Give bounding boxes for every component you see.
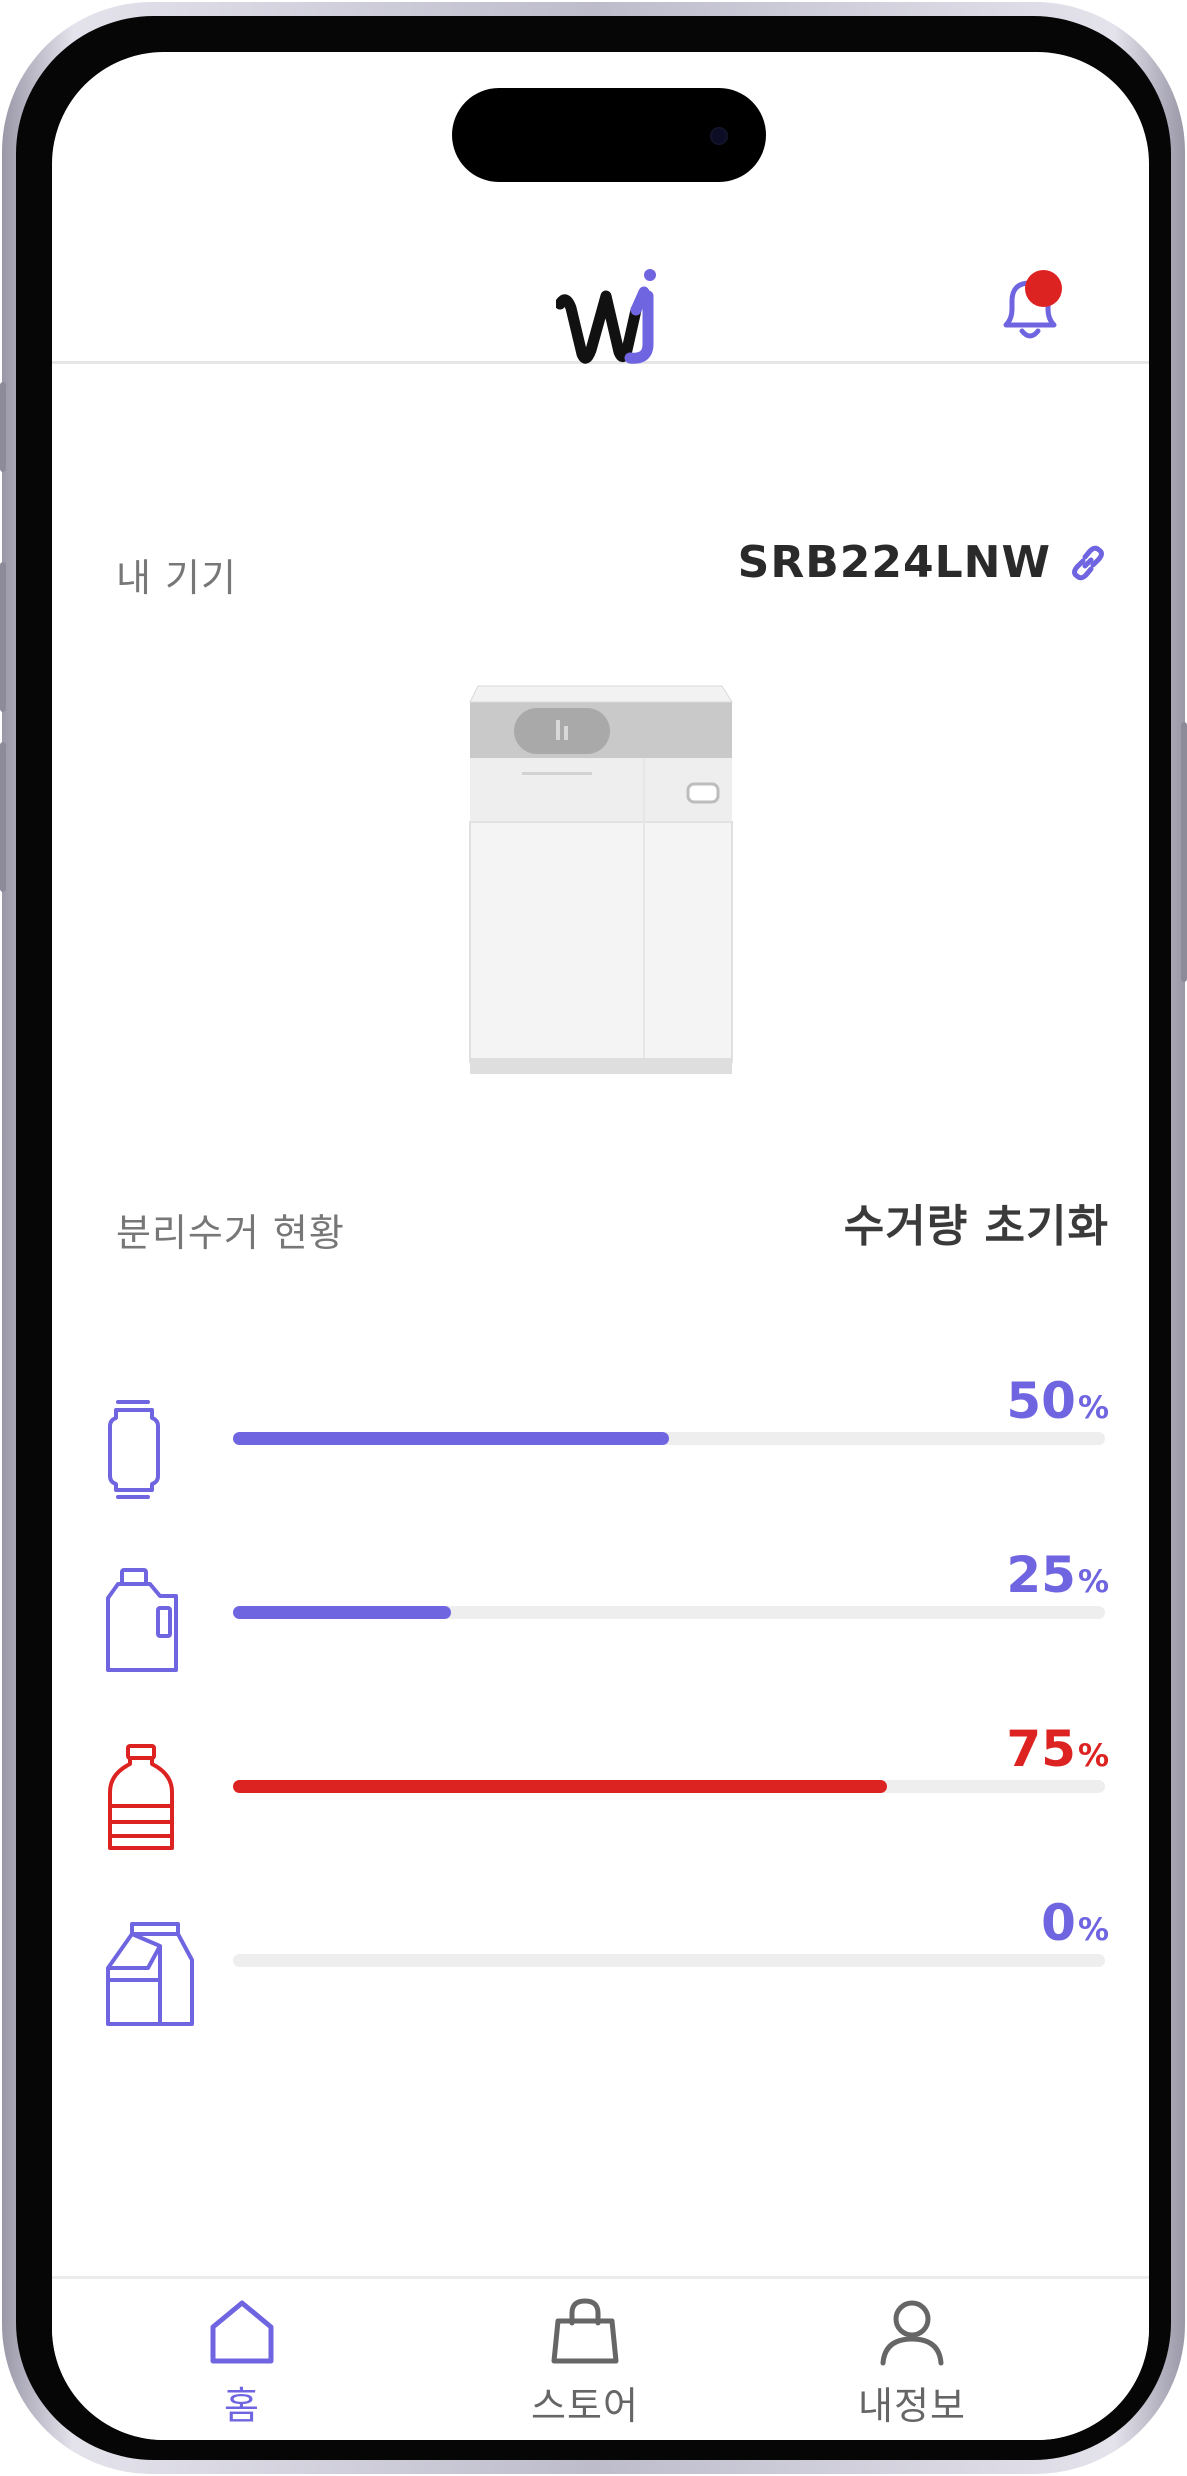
phone-bezel: 내 기기 SRB224LNW 분리수거 현황 수거량 초기화 50% 25% 7… <box>16 16 1171 2460</box>
bin-row-jug: 25% <box>52 1546 1149 1706</box>
nav-home[interactable]: 홈 <box>162 2297 322 2430</box>
device-model-name: SRB224LNW <box>737 537 1051 588</box>
notification-badge <box>1025 270 1062 307</box>
bin-progress-track-jug <box>233 1606 1105 1619</box>
paper-carton-icon <box>106 1922 194 2026</box>
bin-row-paper-carton: 0% <box>52 1894 1149 2054</box>
device-model-link[interactable]: SRB224LNW <box>738 537 1109 588</box>
jug-icon <box>106 1568 178 1672</box>
dynamic-island <box>452 88 766 182</box>
link-icon <box>1067 542 1109 584</box>
my-device-label: 내 기기 <box>116 556 237 600</box>
bin-progress-fill-pet-bottle <box>233 1780 887 1793</box>
brand-logo-icon[interactable] <box>556 266 664 366</box>
user-icon <box>880 2300 944 2366</box>
bin-percent-can: 50% <box>1006 1372 1109 1430</box>
bin-row-pet-bottle: 75% <box>52 1720 1149 1880</box>
nav-home-label: 홈 <box>224 2384 260 2428</box>
nav-my-info-label: 내정보 <box>858 2384 966 2428</box>
shopping-bag-icon <box>551 2298 619 2364</box>
bin-percent-jug: 25% <box>1006 1546 1109 1604</box>
front-camera <box>710 127 728 145</box>
volume-up-button <box>0 562 6 712</box>
volume-down-button <box>0 742 6 892</box>
bin-percent-paper-carton: 0% <box>1041 1894 1109 1952</box>
bottom-navigation: 홈 스토어 내정보 <box>52 2276 1149 2440</box>
bin-percent-pet-bottle: 75% <box>1006 1720 1109 1778</box>
can-icon <box>108 1400 160 1499</box>
bin-progress-track-paper-carton <box>233 1954 1105 1967</box>
recycling-bin-device-image <box>469 685 733 1074</box>
phone-frame: 내 기기 SRB224LNW 분리수거 현황 수거량 초기화 50% 25% 7… <box>0 2 1187 2474</box>
nav-store[interactable]: 스토어 <box>505 2297 665 2430</box>
bin-progress-track-can <box>233 1432 1105 1445</box>
action-button <box>0 382 6 472</box>
nav-my-info[interactable]: 내정보 <box>832 2297 992 2430</box>
reset-amount-button[interactable]: 수거량 초기화 <box>844 1190 1109 1254</box>
bin-progress-track-pet-bottle <box>233 1780 1105 1793</box>
pet-bottle-icon <box>108 1744 174 1850</box>
app-screen: 내 기기 SRB224LNW 분리수거 현황 수거량 초기화 50% 25% 7… <box>52 52 1149 2440</box>
notification-button[interactable] <box>992 267 1072 347</box>
home-icon <box>210 2300 274 2364</box>
nav-store-label: 스토어 <box>531 2384 639 2428</box>
app-header <box>52 202 1149 364</box>
bin-progress-fill-can <box>233 1432 669 1445</box>
power-button <box>1181 722 1187 982</box>
bin-row-can: 50% <box>52 1372 1149 1532</box>
recycling-status-label: 분리수거 현황 <box>116 1211 345 1255</box>
bin-progress-fill-jug <box>233 1606 451 1619</box>
